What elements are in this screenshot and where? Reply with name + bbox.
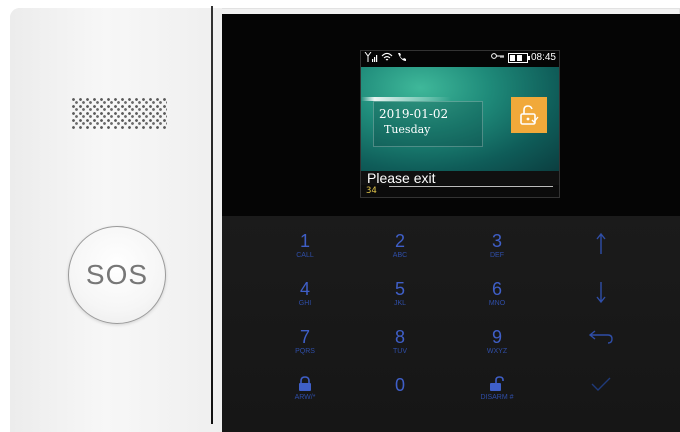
key-2[interactable]: 2 ABC <box>365 232 435 278</box>
key-1[interactable]: 1 CALL <box>270 232 340 278</box>
key-2-digit: 2 <box>394 231 405 251</box>
key-7-letters: PQRS <box>295 348 315 355</box>
key-1-digit: 1 <box>299 231 310 251</box>
key-0[interactable]: 0 <box>365 376 435 422</box>
sos-button[interactable]: SOS <box>68 226 166 324</box>
countdown-value: 34 <box>366 186 377 196</box>
key-9-digit: 9 <box>491 327 502 347</box>
key-8[interactable]: 8 TUV <box>365 328 435 374</box>
key-icon <box>491 52 505 64</box>
phone-icon <box>396 52 408 66</box>
status-bar: 08:45 <box>361 51 559 67</box>
key-7[interactable]: 7 PQRS <box>270 328 340 374</box>
up-button[interactable] <box>566 232 636 278</box>
wifi-icon <box>381 52 393 66</box>
key-0-digit: 0 <box>394 375 405 395</box>
lcd-screen: 08:45 2019-01-02 Tuesday Please exit 34 <box>360 50 560 198</box>
key-9-letters: WXYZ <box>486 348 508 355</box>
key-4-digit: 4 <box>299 279 310 299</box>
key-6-letters: MNO <box>488 300 506 307</box>
down-button[interactable] <box>566 280 636 326</box>
speaker-grille-offset <box>73 99 167 129</box>
back-arrow-icon <box>588 328 614 346</box>
status-time: 08:45 <box>530 52 556 63</box>
key-1-letters: CALL <box>296 252 314 259</box>
back-button[interactable] <box>566 328 636 374</box>
arrow-down-icon <box>595 280 607 304</box>
screen-area: 08:45 2019-01-02 Tuesday Please exit 34 <box>222 14 680 216</box>
key-5-digit: 5 <box>394 279 405 299</box>
ok-button[interactable] <box>566 376 636 422</box>
key-4[interactable]: 4 GHI <box>270 280 340 326</box>
keypad: 1 CALL 2 ABC 3 DEF 4 GHI 5 JKL 6 MNO 7 P… <box>222 216 680 432</box>
key-7-digit: 7 <box>299 327 310 347</box>
key-9[interactable]: 9 WXYZ <box>462 328 532 374</box>
key-3-digit: 3 <box>491 231 502 251</box>
exit-delay-bar: 34 <box>361 185 559 197</box>
key-8-letters: TUV <box>393 348 407 355</box>
key-6[interactable]: 6 MNO <box>462 280 532 326</box>
left-panel: SOS <box>10 8 222 432</box>
status-right: 08:45 <box>491 52 556 64</box>
key-3[interactable]: 3 DEF <box>462 232 532 278</box>
key-5[interactable]: 5 JKL <box>365 280 435 326</box>
battery-icon <box>507 53 530 63</box>
disarm-label: DISARM # <box>480 394 514 401</box>
panel-rim <box>211 6 213 424</box>
key-6-digit: 6 <box>491 279 502 299</box>
status-message: Please exit <box>361 171 559 185</box>
arm-button[interactable]: ARW/* <box>270 376 340 422</box>
key-4-letters: GHI <box>298 300 312 307</box>
key-8-digit: 8 <box>394 327 405 347</box>
unlock-icon <box>489 376 505 392</box>
date-text: 2019-01-02 <box>379 107 449 121</box>
front-panel: 08:45 2019-01-02 Tuesday Please exit 3 4 … <box>222 14 680 432</box>
key-2-letters: ABC <box>392 252 408 259</box>
unlocked-status-icon <box>511 97 547 133</box>
signal-icon <box>364 51 378 66</box>
check-icon <box>590 376 612 392</box>
key-5-letters: JKL <box>393 300 407 307</box>
lock-icon <box>298 376 312 392</box>
progress-track <box>389 186 553 187</box>
arm-label: ARW/* <box>294 394 316 401</box>
weekday-text: Tuesday <box>384 123 431 136</box>
status-left <box>364 51 408 66</box>
wallpaper: 2019-01-02 Tuesday <box>361 67 559 171</box>
disarm-button[interactable]: DISARM # <box>462 376 532 422</box>
arrow-up-icon <box>595 232 607 256</box>
key-3-letters: DEF <box>490 252 504 259</box>
